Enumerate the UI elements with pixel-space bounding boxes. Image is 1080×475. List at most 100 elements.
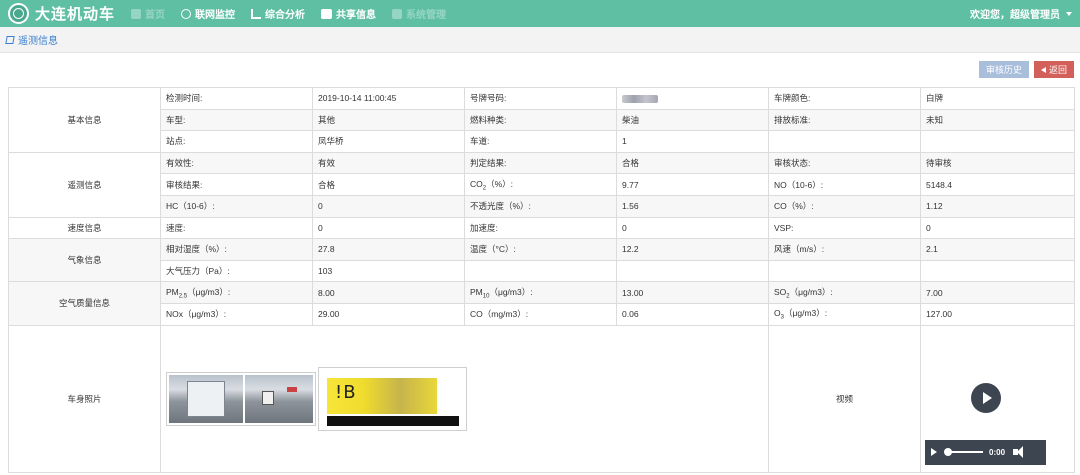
reply-icon [1040,66,1046,73]
app-title: 大连机动车 [35,6,116,23]
seek-slider[interactable] [944,448,983,457]
empty-cell [768,130,921,153]
table-row: 站点: 凤华桥 车道: 1 [9,130,1075,153]
bumper-shape [327,415,459,426]
nav-item-home[interactable]: 首页 [131,6,165,21]
empty-cell [920,130,1075,153]
group-label-photos: 车身照片 [8,324,161,473]
chart-icon [251,8,261,19]
table-row: 速度信息 速度: 0 加速度: 0 VSP: 0 [8,216,1075,240]
field-value: 合格 [616,151,769,175]
field-label: CO2（%）: [464,173,617,196]
nav-item-analysis[interactable]: 综合分析 [251,6,305,21]
field-label: 车型: [160,108,313,132]
plate-photo-thumbnail[interactable]: !B [318,366,467,431]
field-label: 检测时间: [160,87,313,110]
edit-icon [5,35,15,44]
field-value: 8.00 [312,281,465,304]
field-label: 站点: [160,130,313,153]
nav-item-label: 系统管理 [406,10,446,21]
field-label: 加速度: [464,216,617,240]
user-menu[interactable]: 欢迎您，超级管理员 [970,6,1072,21]
field-value: 127.00 [920,302,1075,326]
label-part: SO [774,286,787,297]
user-greeting: 欢迎您，超级管理员 [970,10,1060,21]
field-value: 29.00 [312,302,465,326]
field-value: 有效 [312,151,465,175]
nav-item-share[interactable]: 共享信息 [321,6,376,21]
table-row: 车身照片 !B 视频 0:00 [8,324,1075,473]
field-label: SO2（μg/m3）: [768,281,921,304]
field-label: 大气压力（Pa）: [160,259,313,283]
nav-item-monitor[interactable]: 联网监控 [181,6,235,21]
field-label: 有效性: [160,151,313,175]
label-part: PM [166,286,179,297]
field-label: NO（10-6）: [768,173,921,196]
label-part: PM [470,286,483,297]
table-row: 遥测信息 有效性: 有效 判定结果: 合格 审核状态: 待审核 [8,151,1075,218]
field-label: 不透光度（%）: [464,194,617,218]
field-value: 0 [312,194,465,218]
field-value: 其他 [312,108,465,132]
label-part: （μg/m3）: [489,286,533,297]
car-shape [287,386,297,392]
video-play-button[interactable] [971,382,1001,413]
label-part: （μg/m3）: [789,286,833,297]
field-value: 待审核 [920,151,1075,175]
monitor-icon [181,8,191,19]
field-value: 9.77 [616,173,769,196]
video-label: 视频 [768,324,921,473]
table-row: 基本信息 检测时间: 2019-10-14 11:00:45 号牌号码: 车牌颜… [8,87,1075,153]
plate-text: !B [335,381,357,403]
table-row: 车型: 其他 燃料种类: 柴油 排放标准: 未知 [9,108,1075,132]
field-label: 车牌颜色: [768,87,921,110]
table-row: 气象信息 相对湿度（%）: 27.8 温度（°C）: 12.2 风速（m/s）:… [8,238,1075,283]
image-divider [243,374,245,423]
field-label: VSP: [768,216,921,240]
settings-icon [392,8,402,19]
video-cell: 0:00 [920,324,1075,473]
field-value: 0 [312,216,465,240]
empty-cell [616,259,769,283]
photo-gallery: !B [166,326,763,471]
nav-item-label: 共享信息 [336,10,376,21]
field-value: 柴油 [616,108,769,132]
home-icon [131,8,141,19]
back-button[interactable]: 返回 [1033,61,1074,78]
table-row: NOx（μg/m3）: 29.00 CO（mg/m3）: 0.06 O3（μg/… [9,302,1075,326]
field-value: 1 [616,130,769,153]
field-value: 12.2 [616,238,769,261]
app-logo[interactable]: 大连机动车 [8,3,123,24]
field-label: 风速（m/s）: [768,238,921,261]
nav-item-system[interactable]: 系统管理 [392,6,446,21]
field-label: 审核结果: [160,173,313,196]
field-value: 27.8 [312,238,465,261]
page-title: 遥测信息 [18,36,58,47]
field-label: CO（mg/m3）: [464,302,617,326]
field-label: 燃料种类: [464,108,617,132]
field-value: 1.12 [920,194,1075,218]
label-part: （μg/m3）: [187,286,231,297]
group-label-telemetry: 遥测信息 [8,151,161,218]
review-history-button[interactable]: 审核历史 [978,61,1029,78]
empty-cell [464,259,617,283]
media-time: 0:00 [989,447,1006,457]
plate-closeup-image: !B [321,369,464,428]
field-label: 判定结果: [464,151,617,175]
empty-cell [920,259,1075,283]
group-label-weather: 气象信息 [8,238,161,283]
field-label: NOx（μg/m3）: [160,302,313,326]
table-row: 大气压力（Pa）: 103 [9,259,1075,283]
vehicle-photo-thumbnail[interactable] [166,371,316,426]
play-icon[interactable] [931,448,937,457]
empty-cell [768,259,921,283]
group-label-speed: 速度信息 [8,216,161,240]
field-label: 号牌号码: [464,87,617,110]
field-value: 未知 [920,108,1075,132]
bus-shape [187,380,225,417]
volume-icon[interactable] [1013,446,1024,459]
seek-knob[interactable] [944,448,952,457]
photo-cell: !B [160,324,769,473]
label-subscript: 2.5 [178,293,188,300]
field-label: 审核状态: [768,151,921,175]
